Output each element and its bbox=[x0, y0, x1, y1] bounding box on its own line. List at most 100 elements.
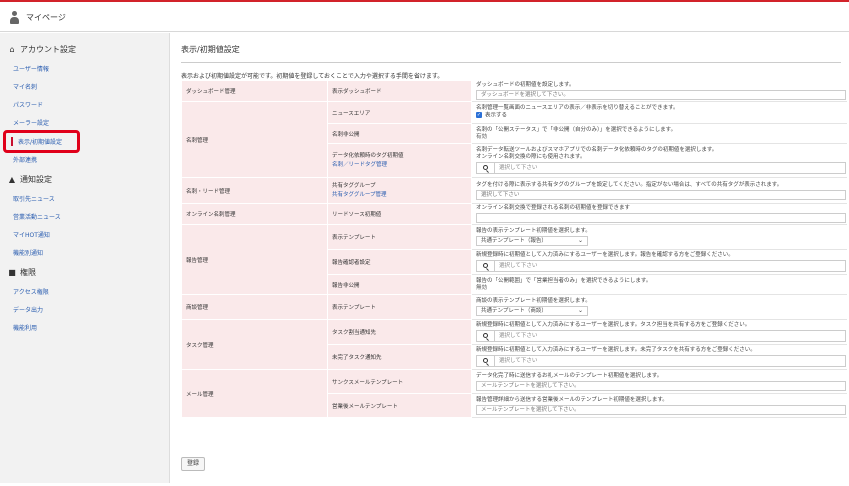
setting-description: 新規登録時に初期値として入力済みにするユーザーを選択します。報告を確認する方をご… bbox=[476, 252, 734, 258]
chevron-down-icon: ⌄ bbox=[577, 307, 583, 314]
setting-label: 共有タググループ 共有タググループ管理 bbox=[327, 177, 472, 204]
page-title: 表示/初期値設定 bbox=[181, 45, 240, 54]
sidebar-item-feature-use[interactable]: 機能利用 bbox=[13, 323, 37, 332]
checkbox-label: 表示する bbox=[485, 112, 508, 119]
save-button[interactable]: 登録 bbox=[181, 457, 205, 471]
sidebar-item-sales-news[interactable]: 営業活動ニュース bbox=[13, 212, 61, 221]
setting-description: ダッシュボードの初期値を設定します。 bbox=[476, 82, 575, 88]
setting-value: 新規登録時に初期値として入力済みにするユーザーを選択します。報告を確認する方をご… bbox=[471, 249, 847, 275]
person-icon bbox=[10, 11, 19, 24]
group-label: オンライン名刺管理 bbox=[181, 203, 328, 225]
top-bar: マイページ bbox=[0, 0, 849, 32]
setting-label: データ化依頼時のタグ初期値 名刺／リードタグ管理 bbox=[327, 143, 472, 178]
sidebar-item-mailer[interactable]: メーラー設定 bbox=[13, 118, 49, 127]
setting-value: データ化完了時に送信するお礼メールのテンプレート初期値を選択します。 メールテン… bbox=[471, 369, 847, 394]
group-label: 名刺管理 bbox=[181, 101, 328, 178]
active-indicator bbox=[11, 137, 13, 146]
setting-value: 名刺管理一覧画面のニュースエリアの表示／非表示を切り替えることができます。 ✓ 表… bbox=[471, 101, 847, 124]
sales-mail-select[interactable]: メールテンプレートを選択して下さい。 bbox=[476, 404, 846, 415]
thanks-mail-select[interactable]: メールテンプレートを選択して下さい。 bbox=[476, 380, 846, 391]
sidebar: ⌂ アカウント設定 ユーザー情報 マイ名刺 パスワード メーラー設定 表示/初期値… bbox=[0, 33, 170, 483]
checkbox-row: ✓ 表示する bbox=[476, 112, 842, 120]
task-notify-input[interactable]: 選択して下さい bbox=[495, 330, 846, 342]
table-row: 名刺管理 ニュースエリア 名刺管理一覧画面のニュースエリアの表示／非表示を切り替… bbox=[181, 101, 847, 178]
table-row: 報告管理 表示テンプレート 報告の表示テンプレート初期値を選択します。 共通テン… bbox=[181, 224, 847, 295]
selected-value: 共通テンプレート（報告） bbox=[481, 238, 547, 244]
setting-label: 表示テンプレート bbox=[327, 224, 472, 250]
lock-icon: ■ bbox=[8, 268, 16, 277]
main-content: 表示/初期値設定 表示および初期値設定が可能です。初期値を登録しておくことで入力… bbox=[170, 33, 849, 483]
group-label: 報告管理 bbox=[181, 224, 328, 295]
sidebar-section-title: アカウント設定 bbox=[20, 45, 76, 54]
selected-value: 共通テンプレート（商談） bbox=[481, 308, 547, 314]
chevron-down-icon: ⌄ bbox=[577, 237, 583, 244]
shared-tag-select[interactable]: 選択して下さい bbox=[476, 189, 846, 200]
report-template-select[interactable]: 共通テンプレート（報告） ⌄ bbox=[476, 236, 588, 246]
setting-label: 名刺非公開 bbox=[327, 123, 472, 144]
search-icon bbox=[483, 165, 488, 170]
sidebar-item-password[interactable]: パスワード bbox=[13, 100, 43, 109]
shared-tag-link[interactable]: 共有タググループ管理 bbox=[332, 190, 471, 198]
sidebar-item-external[interactable]: 外部連携 bbox=[13, 155, 37, 164]
setting-description: 名刺管理一覧画面のニュースエリアの表示／非表示を切り替えることができます。 bbox=[476, 105, 679, 112]
search-button[interactable] bbox=[476, 330, 495, 342]
search-button[interactable] bbox=[476, 260, 495, 272]
news-area-checkbox[interactable]: ✓ bbox=[476, 112, 482, 119]
search-button[interactable] bbox=[476, 162, 495, 174]
group-label: 名刺・リード管理 bbox=[181, 177, 328, 204]
setting-description: タグを付ける際に表示する共有タグのグループを設定してください。指定がない場合は、… bbox=[476, 181, 783, 188]
setting-label-text: 共有タググループ bbox=[332, 183, 376, 189]
group-label: 商談管理 bbox=[181, 294, 328, 320]
setting-value: 新規登録時に初期値として入力済みにするユーザーを選択します。タスク担当を共有する… bbox=[471, 319, 847, 345]
task-incomplete-input[interactable]: 選択して下さい bbox=[495, 355, 846, 367]
task-incomplete-search: 選択して下さい bbox=[476, 355, 846, 367]
sidebar-section-notify: ▲ 通知設定 bbox=[7, 174, 52, 185]
table-row: メール管理 サンクスメールテンプレート データ化完了時に送信するお礼メールのテン… bbox=[181, 369, 847, 418]
search-button[interactable] bbox=[476, 355, 495, 367]
dashboard-select[interactable]: ダッシュボードを選択して下さい。 bbox=[476, 90, 846, 100]
table-row: 商談管理 表示テンプレート 商談の表示テンプレート初期値を選択します。 共通テン… bbox=[181, 294, 847, 320]
task-notify-search: 選択して下さい bbox=[476, 330, 846, 342]
sidebar-item-my-hot[interactable]: マイHOT通知 bbox=[13, 230, 50, 239]
setting-value: 報告管理詳細から送信する営業後メールのテンプレート初期値を選択します。 メールテ… bbox=[471, 393, 847, 418]
page-description: 表示および初期値設定が可能です。初期値を登録しておくことで入力や選択する手間を省… bbox=[181, 73, 444, 80]
setting-label: ニュースエリア bbox=[327, 101, 472, 124]
sidebar-item-data-export[interactable]: データ出力 bbox=[13, 305, 43, 314]
search-icon bbox=[483, 358, 488, 363]
setting-label: 表示ダッシュボード bbox=[327, 80, 472, 102]
lead-source-input[interactable] bbox=[476, 213, 846, 223]
table-row: タスク管理 タスク割当通知先 新規登録時に初期値として入力済みにするユーザーを選… bbox=[181, 319, 847, 370]
setting-description: 報告管理詳細から送信する営業後メールのテンプレート初期値を選択します。 bbox=[476, 396, 668, 403]
setting-label: タスク割当通知先 bbox=[327, 319, 472, 345]
setting-description: 商談の表示テンプレート初期値を選択します。 bbox=[476, 298, 591, 304]
sidebar-item-access[interactable]: アクセス権限 bbox=[13, 287, 49, 296]
setting-description: データ化完了時に送信するお礼メールのテンプレート初期値を選択します。 bbox=[476, 372, 663, 379]
setting-label: サンクスメールテンプレート bbox=[327, 369, 472, 394]
report-confirm-input[interactable]: 選択して下さい bbox=[495, 260, 846, 272]
deal-template-select[interactable]: 共通テンプレート（商談） ⌄ bbox=[476, 306, 588, 316]
sidebar-item-client-news[interactable]: 取引先ニュース bbox=[13, 194, 55, 203]
page-header-title: マイページ bbox=[26, 13, 66, 22]
sidebar-item-user-info[interactable]: ユーザー情報 bbox=[13, 64, 49, 73]
settings-table: ダッシュボード管理 表示ダッシュボード ダッシュボードの初期値を設定します。 ダ… bbox=[181, 80, 847, 418]
setting-label: 営業後メールテンプレート bbox=[327, 393, 472, 418]
sidebar-item-my-card[interactable]: マイ名刺 bbox=[13, 82, 37, 91]
setting-description: 新規登録時に初期値として入力済みにするユーザーを選択します。未完了タスクを共有す… bbox=[476, 347, 756, 353]
sidebar-item-display-settings[interactable]: 表示/初期値設定 bbox=[18, 137, 62, 146]
sidebar-section-account: ⌂ アカウント設定 bbox=[7, 44, 76, 55]
setting-value: ダッシュボードの初期値を設定します。 ダッシュボードを選択して下さい。 bbox=[471, 80, 847, 102]
group-label: ダッシュボード管理 bbox=[181, 80, 328, 102]
setting-description: オンライン名刺交換で登録される名刺の初期値を登録できます bbox=[476, 205, 631, 211]
group-label: メール管理 bbox=[181, 369, 328, 418]
bell-icon: ▲ bbox=[8, 175, 16, 184]
sidebar-item-feature-notify[interactable]: 機能別通知 bbox=[13, 248, 43, 257]
setting-value: 名刺データ転送ツールおよびスマホアプリでの名刺データ化依頼時のタグの初期値を選択… bbox=[471, 143, 847, 178]
setting-value: タグを付ける際に表示する共有タグのグループを設定してください。指定がない場合は、… bbox=[471, 177, 847, 204]
group-label: タスク管理 bbox=[181, 319, 328, 370]
tag-search-input[interactable]: 選択して下さい bbox=[495, 162, 846, 174]
setting-label-text: データ化依頼時のタグ初期値 bbox=[332, 153, 404, 159]
setting-value: オンライン名刺交換で登録される名刺の初期値を登録できます bbox=[471, 203, 847, 225]
tag-management-link[interactable]: 名刺／リードタグ管理 bbox=[332, 160, 471, 168]
setting-value: 報告の「公開範囲」で「営業担当者のみ」を選択できるようにします。 無効 bbox=[471, 274, 847, 295]
report-confirm-search: 選択して下さい bbox=[476, 260, 846, 272]
